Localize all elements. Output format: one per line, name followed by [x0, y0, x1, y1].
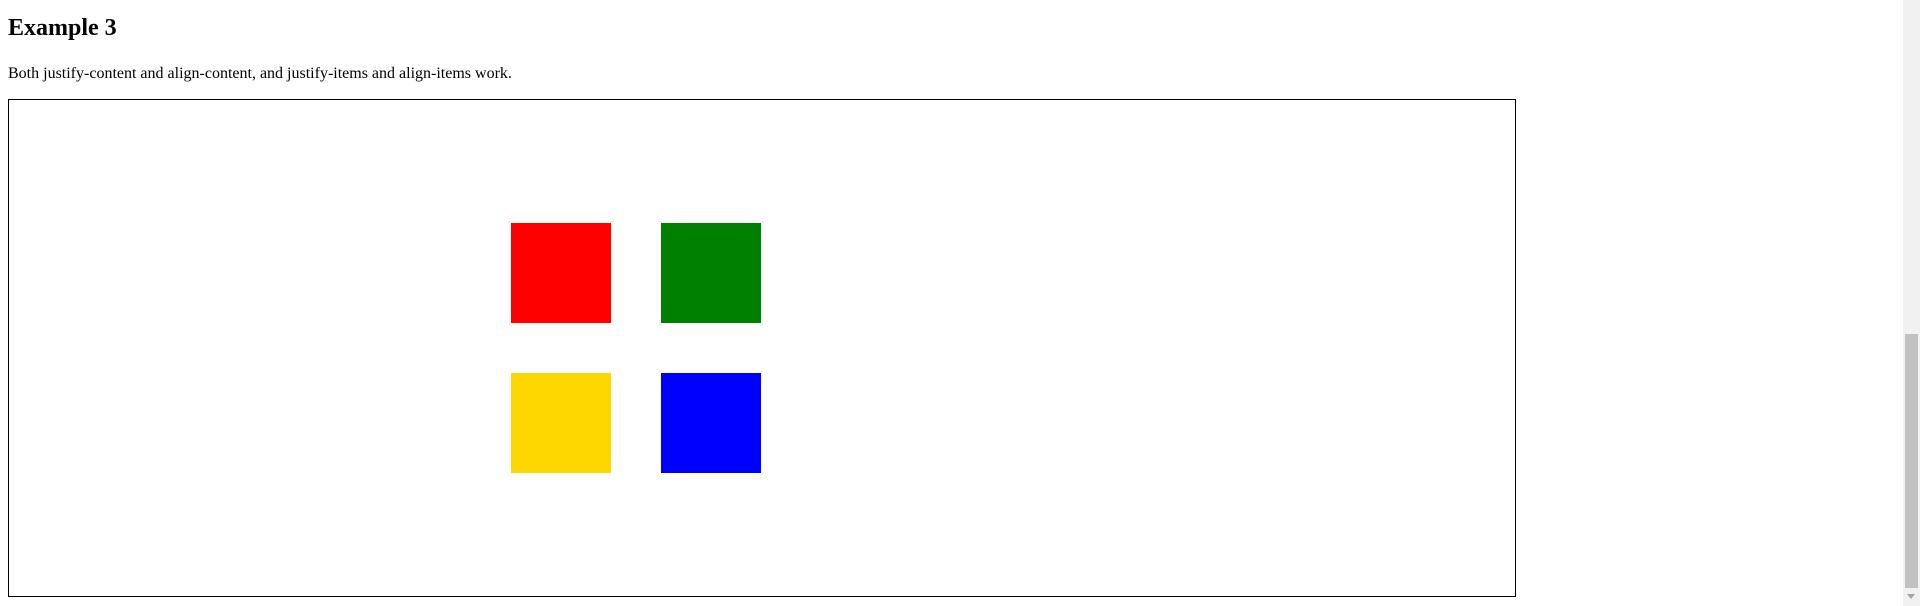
- grid-item-green: [661, 223, 761, 323]
- description-text: Both justify-content and align-content, …: [8, 65, 512, 82]
- grid-item-red: [511, 223, 611, 323]
- grid-item-yellow: [511, 373, 611, 473]
- vertical-scrollbar[interactable]: [1903, 0, 1920, 606]
- page-title: Example 3: [8, 15, 117, 41]
- scrollbar-thumb[interactable]: [1905, 334, 1918, 588]
- page: Example 3 Both justify-content and align…: [0, 0, 1920, 606]
- chevron-down-icon[interactable]: [1907, 594, 1915, 599]
- grid-container: [8, 99, 1516, 597]
- grid-item-blue: [661, 373, 761, 473]
